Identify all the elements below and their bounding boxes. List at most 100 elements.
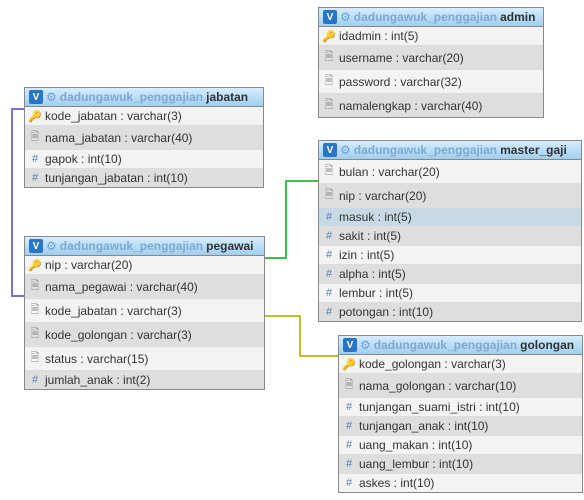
column-row[interactable]: #masuk : int(5) — [319, 208, 581, 227]
number-icon: # — [29, 374, 41, 386]
column-row[interactable]: #tunjangan_jabatan : int(10) — [25, 169, 263, 187]
column-row[interactable]: 🗎password : varchar(32) — [319, 70, 543, 94]
column-row[interactable]: 🔑 idadmin : int(5) — [319, 27, 543, 46]
column-label: kode_golongan : varchar(3) — [359, 357, 506, 371]
primary-key-icon: 🔑 — [29, 110, 41, 123]
text-column-icon: 🗎 — [343, 376, 355, 395]
column-label: askes : int(10) — [359, 476, 434, 490]
schema-name: dadungawuk_penggajian — [374, 338, 517, 352]
table-name: jabatan — [206, 90, 248, 104]
primary-key-icon: 🔑 — [343, 358, 355, 371]
column-row[interactable]: 🗎 status : varchar(15) — [25, 347, 264, 371]
gear-icon[interactable]: ⚙ — [340, 143, 351, 157]
schema-name: dadungawuk_penggajian — [60, 239, 203, 253]
number-icon: # — [323, 287, 335, 299]
column-row[interactable]: 🗎bulan : varchar(20) — [319, 160, 581, 184]
column-label: kode_jabatan : varchar(3) — [45, 109, 182, 123]
text-column-icon: 🗎 — [29, 325, 41, 344]
column-label: nama_golongan : varchar(10) — [359, 379, 516, 393]
table-pegawai[interactable]: V ⚙ dadungawuk_penggajian pegawai 🔑 nip :… — [24, 236, 265, 390]
table-header[interactable]: V ⚙ dadungawuk_penggajian master_gaji — [319, 141, 581, 160]
gear-icon[interactable]: ⚙ — [340, 10, 351, 24]
table-jabatan[interactable]: V ⚙ dadungawuk_penggajian jabatan 🔑 kode_… — [24, 87, 264, 188]
text-column-icon: 🗎 — [323, 72, 335, 91]
gear-icon[interactable]: ⚙ — [46, 239, 57, 253]
column-label: nama_jabatan : varchar(40) — [45, 131, 192, 145]
column-row[interactable]: 🔑 kode_jabatan : varchar(3) — [25, 107, 263, 126]
column-label: status : varchar(15) — [45, 352, 148, 366]
column-row[interactable]: 🗎 username : varchar(20) — [319, 46, 543, 70]
table-header[interactable]: V ⚙ dadungawuk_penggajian admin — [319, 8, 543, 27]
column-row[interactable]: 🗎 nip : varchar(20) — [319, 184, 581, 208]
column-label: potongan : int(10) — [339, 305, 433, 319]
table-header[interactable]: V ⚙ dadungawuk_penggajian jabatan — [25, 88, 263, 107]
number-icon: # — [343, 458, 355, 470]
number-icon: # — [343, 420, 355, 432]
table-golongan[interactable]: V ⚙ dadungawuk_penggajian golongan 🔑 kode… — [338, 335, 583, 493]
number-icon: # — [29, 153, 41, 165]
text-column-icon: 🗎 — [323, 48, 335, 67]
column-row[interactable]: #sakit : int(5) — [319, 227, 581, 246]
number-icon: # — [343, 439, 355, 451]
column-row[interactable]: 🗎namalengkap : varchar(40) — [319, 94, 543, 117]
number-icon: # — [323, 211, 335, 223]
column-label: lembur : int(5) — [339, 286, 413, 300]
column-label: alpha : int(5) — [339, 267, 406, 281]
column-label: tunjangan_anak : int(10) — [359, 419, 488, 433]
view-badge-icon: V — [323, 10, 337, 24]
column-label: uang_makan : int(10) — [359, 438, 472, 452]
column-label: idadmin : int(5) — [339, 29, 418, 43]
table-master-gaji[interactable]: V ⚙ dadungawuk_penggajian master_gaji 🗎b… — [318, 140, 582, 322]
table-name: pegawai — [206, 239, 253, 253]
gear-icon[interactable]: ⚙ — [46, 90, 57, 104]
column-label: nip : varchar(20) — [45, 258, 132, 272]
column-row[interactable]: 🗎 nama_jabatan : varchar(40) — [25, 126, 263, 150]
view-badge-icon: V — [323, 143, 337, 157]
column-row[interactable]: 🔑 nip : varchar(20) — [25, 256, 264, 275]
column-row[interactable]: 🗎 kode_golongan : varchar(3) — [25, 323, 264, 347]
column-label: kode_golongan : varchar(3) — [45, 328, 192, 342]
column-row[interactable]: # uang_makan : int(10) — [339, 436, 582, 455]
column-row[interactable]: 🔑 kode_golongan : varchar(3) — [339, 355, 582, 374]
column-row[interactable]: #uang_lembur : int(10) — [339, 455, 582, 474]
column-row[interactable]: #tunjangan_suami_istri : int(10) — [339, 398, 582, 417]
column-label: nama_pegawai : varchar(40) — [45, 280, 198, 294]
column-row[interactable]: # alpha : int(5) — [319, 265, 581, 284]
column-label: gapok : int(10) — [45, 152, 122, 166]
column-row[interactable]: # gapok : int(10) — [25, 150, 263, 169]
text-column-icon: 🗎 — [29, 277, 41, 296]
view-badge-icon: V — [29, 239, 43, 253]
table-header[interactable]: V ⚙ dadungawuk_penggajian golongan — [339, 336, 582, 355]
column-label: izin : int(5) — [339, 248, 394, 262]
table-name: master_gaji — [500, 143, 567, 157]
table-name: admin — [500, 10, 535, 24]
view-badge-icon: V — [343, 338, 357, 352]
column-row[interactable]: # potongan : int(10) — [319, 303, 581, 321]
number-icon: # — [323, 249, 335, 261]
text-column-icon: 🗎 — [323, 186, 335, 205]
text-column-icon: 🗎 — [29, 349, 41, 368]
schema-name: dadungawuk_penggajian — [354, 143, 497, 157]
column-row[interactable]: # tunjangan_anak : int(10) — [339, 417, 582, 436]
gear-icon[interactable]: ⚙ — [360, 338, 371, 352]
column-label: username : varchar(20) — [339, 51, 464, 65]
column-row[interactable]: 🗎 nama_pegawai : varchar(40) — [25, 275, 264, 299]
er-diagram: V ⚙ dadungawuk_penggajian admin 🔑 idadmin… — [0, 0, 584, 500]
text-column-icon: 🗎 — [323, 162, 335, 181]
column-label: nip : varchar(20) — [339, 189, 426, 203]
primary-key-icon: 🔑 — [323, 30, 335, 43]
column-row[interactable]: # izin : int(5) — [319, 246, 581, 265]
table-name: golongan — [520, 338, 574, 352]
number-icon: # — [323, 268, 335, 280]
number-icon: # — [323, 306, 335, 318]
primary-key-icon: 🔑 — [29, 259, 41, 272]
text-column-icon: 🗎 — [323, 96, 335, 115]
column-row[interactable]: #askes : int(10) — [339, 474, 582, 492]
text-column-icon: 🗎 — [29, 128, 41, 147]
column-row[interactable]: 🗎 nama_golongan : varchar(10) — [339, 374, 582, 398]
table-header[interactable]: V ⚙ dadungawuk_penggajian pegawai — [25, 237, 264, 256]
table-admin[interactable]: V ⚙ dadungawuk_penggajian admin 🔑 idadmin… — [318, 7, 544, 118]
column-row[interactable]: # lembur : int(5) — [319, 284, 581, 303]
column-row[interactable]: #jumlah_anak : int(2) — [25, 371, 264, 389]
column-row[interactable]: 🗎kode_jabatan : varchar(3) — [25, 299, 264, 323]
